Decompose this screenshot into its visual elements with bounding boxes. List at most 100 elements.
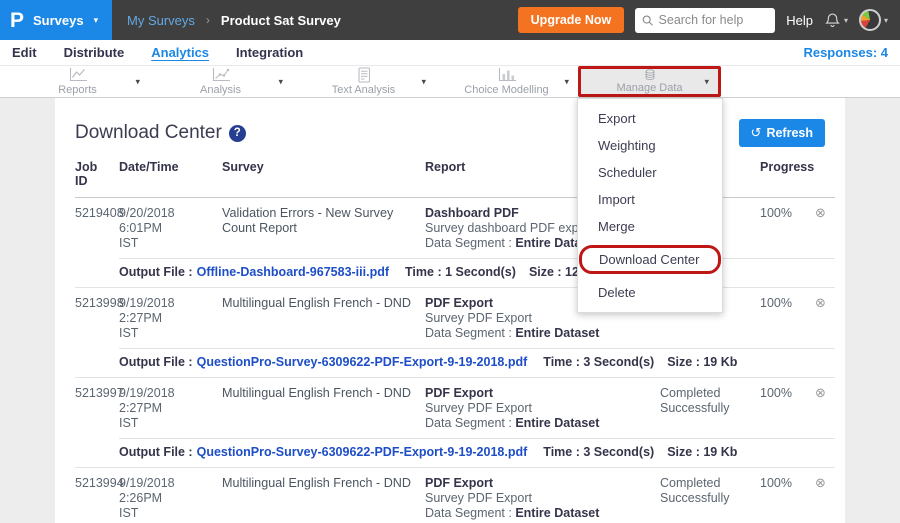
refresh-button[interactable]: ↺ Refresh [739, 119, 825, 147]
analytics-toolbar: Reports ▾ Analysis ▾ Text Analysis ▾ [0, 65, 900, 98]
upgrade-now-button[interactable]: Upgrade Now [518, 7, 625, 33]
output-file-link[interactable]: QuestionPro-Survey-6309622-PDF-Export-9-… [197, 355, 528, 370]
report-description: Survey PDF Export [425, 401, 630, 416]
chevron-down-icon[interactable]: ▾ [421, 76, 426, 87]
job-survey-name: Validation Errors - New Survey Count Rep… [222, 206, 425, 251]
output-file-label: Output File : [119, 265, 193, 280]
breadcrumb-current-survey: Product Sat Survey [221, 13, 341, 28]
chevron-down-icon[interactable]: ▾ [704, 76, 709, 87]
chevron-down-icon: ▾ [884, 16, 888, 25]
menu-item[interactable]: Weighting [578, 132, 722, 159]
toolbar-reports-label: Reports [58, 84, 97, 96]
search-icon [642, 14, 653, 27]
segment-label: Data Segment : [425, 236, 515, 250]
menu-item[interactable]: Delete [578, 279, 722, 306]
output-time: Time : 3 Second(s) [543, 445, 654, 460]
remove-job-icon[interactable]: ⊗ [815, 295, 826, 310]
output-time: Time : 3 Second(s) [543, 355, 654, 370]
toolbar-choice-modelling[interactable]: Choice Modelling ▾ [435, 66, 578, 97]
nav-item-distribute[interactable]: Distribute [64, 45, 125, 60]
job-timezone: IST [119, 236, 212, 251]
line-chart-icon [68, 67, 88, 83]
nav-item-integration[interactable]: Integration [236, 45, 303, 60]
refresh-icon: ↺ [751, 125, 762, 141]
toolbar-choice-modelling-label: Choice Modelling [464, 84, 548, 96]
toolbar-manage-data-label: Manage Data [616, 82, 682, 94]
help-link[interactable]: Help [786, 13, 813, 28]
table-row: 5213994 9/19/2018 2:26PM IST Multilingua… [75, 468, 835, 523]
job-progress: 100% [760, 206, 815, 251]
remove-job-icon[interactable]: ⊗ [815, 385, 826, 400]
breadcrumb-my-surveys[interactable]: My Surveys [127, 13, 195, 28]
table-row: 5213997 9/19/2018 2:27PM IST Multilingua… [75, 378, 835, 468]
nav-item-edit[interactable]: Edit [12, 45, 37, 60]
menu-item[interactable]: Import [578, 186, 722, 213]
database-icon [641, 69, 659, 81]
job-report: PDF Export Survey PDF Export Data Segmen… [425, 476, 640, 521]
output-time: Time : 1 Second(s) [405, 265, 516, 280]
toolbar-analysis[interactable]: Analysis ▾ [149, 66, 292, 97]
job-progress: 100% [760, 296, 815, 341]
job-timezone: IST [119, 506, 212, 521]
job-date: 9/19/2018 2:26PM IST [119, 476, 222, 521]
header-actions [815, 160, 835, 188]
header-survey: Survey [222, 160, 425, 188]
job-output-row: Output File : Offline-Dashboard-967583-i… [119, 258, 835, 287]
menu-item[interactable]: Merge [578, 213, 722, 240]
job-progress: 100% [760, 386, 815, 431]
job-timezone: IST [119, 416, 212, 431]
chevron-down-icon[interactable]: ▾ [564, 76, 569, 87]
chevron-down-icon[interactable]: ▾ [135, 76, 140, 87]
header-progress: Progress [760, 160, 815, 188]
output-file-link[interactable]: QuestionPro-Survey-6309622-PDF-Export-9-… [197, 445, 528, 460]
chevron-down-icon: ▾ [844, 16, 848, 25]
job-output-row: Output File : QuestionPro-Survey-6309622… [119, 348, 835, 377]
toolbar-manage-data[interactable]: Manage Data ▾ [578, 66, 721, 97]
job-date-line1: 9/19/2018 2:26PM [119, 476, 212, 506]
report-description: Survey PDF Export [425, 491, 630, 506]
report-data-segment: Data Segment : Entire Dataset [425, 506, 630, 521]
help-badge-icon[interactable]: ? [229, 125, 246, 142]
job-survey-name: Multilingual English French - DND [222, 296, 425, 341]
job-output-row: Output File : QuestionPro-Survey-6309622… [119, 438, 835, 467]
manage-data-dropdown-menu: Export Weighting Scheduler Import Merge … [577, 98, 723, 313]
notifications-button[interactable]: ▾ [824, 12, 848, 29]
segment-label: Data Segment : [425, 416, 515, 430]
remove-job-icon[interactable]: ⊗ [815, 205, 826, 220]
report-description: Survey PDF Export [425, 311, 630, 326]
segment-value: Entire Dataset [515, 506, 599, 520]
questionpro-logo-icon: P [10, 10, 24, 31]
help-search-box[interactable] [635, 8, 775, 33]
remove-job-icon[interactable]: ⊗ [815, 475, 826, 490]
page-title: Download Center [75, 122, 222, 144]
section-nav: Edit Distribute Analytics Integration Re… [0, 40, 900, 65]
job-report: PDF Export Survey PDF Export Data Segmen… [425, 386, 640, 431]
menu-item[interactable]: Export [578, 105, 722, 132]
product-switcher[interactable]: P Surveys ▾ [0, 0, 112, 40]
account-menu-button[interactable]: ▾ [859, 9, 888, 31]
job-id: 5219408 [75, 206, 119, 251]
chevron-down-icon: ▾ [94, 15, 99, 26]
product-switcher-label: Surveys [33, 13, 84, 28]
download-center-header: Download Center ? ↺ Refresh [55, 98, 845, 150]
bar-chart-icon [497, 67, 517, 83]
bell-icon [824, 12, 841, 29]
job-date: 9/19/2018 2:27PM IST [119, 296, 222, 341]
chevron-down-icon[interactable]: ▾ [278, 76, 283, 87]
job-date-line1: 9/19/2018 2:27PM [119, 386, 212, 416]
nav-item-analytics[interactable]: Analytics [151, 45, 209, 60]
toolbar-reports[interactable]: Reports ▾ [6, 66, 149, 97]
job-id: 5213994 [75, 476, 119, 521]
menu-item[interactable]: Scheduler [578, 159, 722, 186]
menu-item[interactable]: Download Center [579, 245, 721, 274]
report-name: PDF Export [425, 386, 630, 401]
toolbar-text-analysis[interactable]: Text Analysis ▾ [292, 66, 435, 97]
topbar-right-controls: Upgrade Now Help ▾ ▾ [518, 7, 900, 33]
refresh-label: Refresh [766, 126, 813, 140]
segment-label: Data Segment : [425, 506, 515, 520]
job-date: 9/20/2018 6:01PM IST [119, 206, 222, 251]
top-bar: P Surveys ▾ My Surveys › Product Sat Sur… [0, 0, 900, 40]
responses-count: Responses: 4 [803, 45, 888, 60]
output-file-link[interactable]: Offline-Dashboard-967583-iii.pdf [197, 265, 389, 280]
search-input[interactable] [659, 13, 769, 27]
